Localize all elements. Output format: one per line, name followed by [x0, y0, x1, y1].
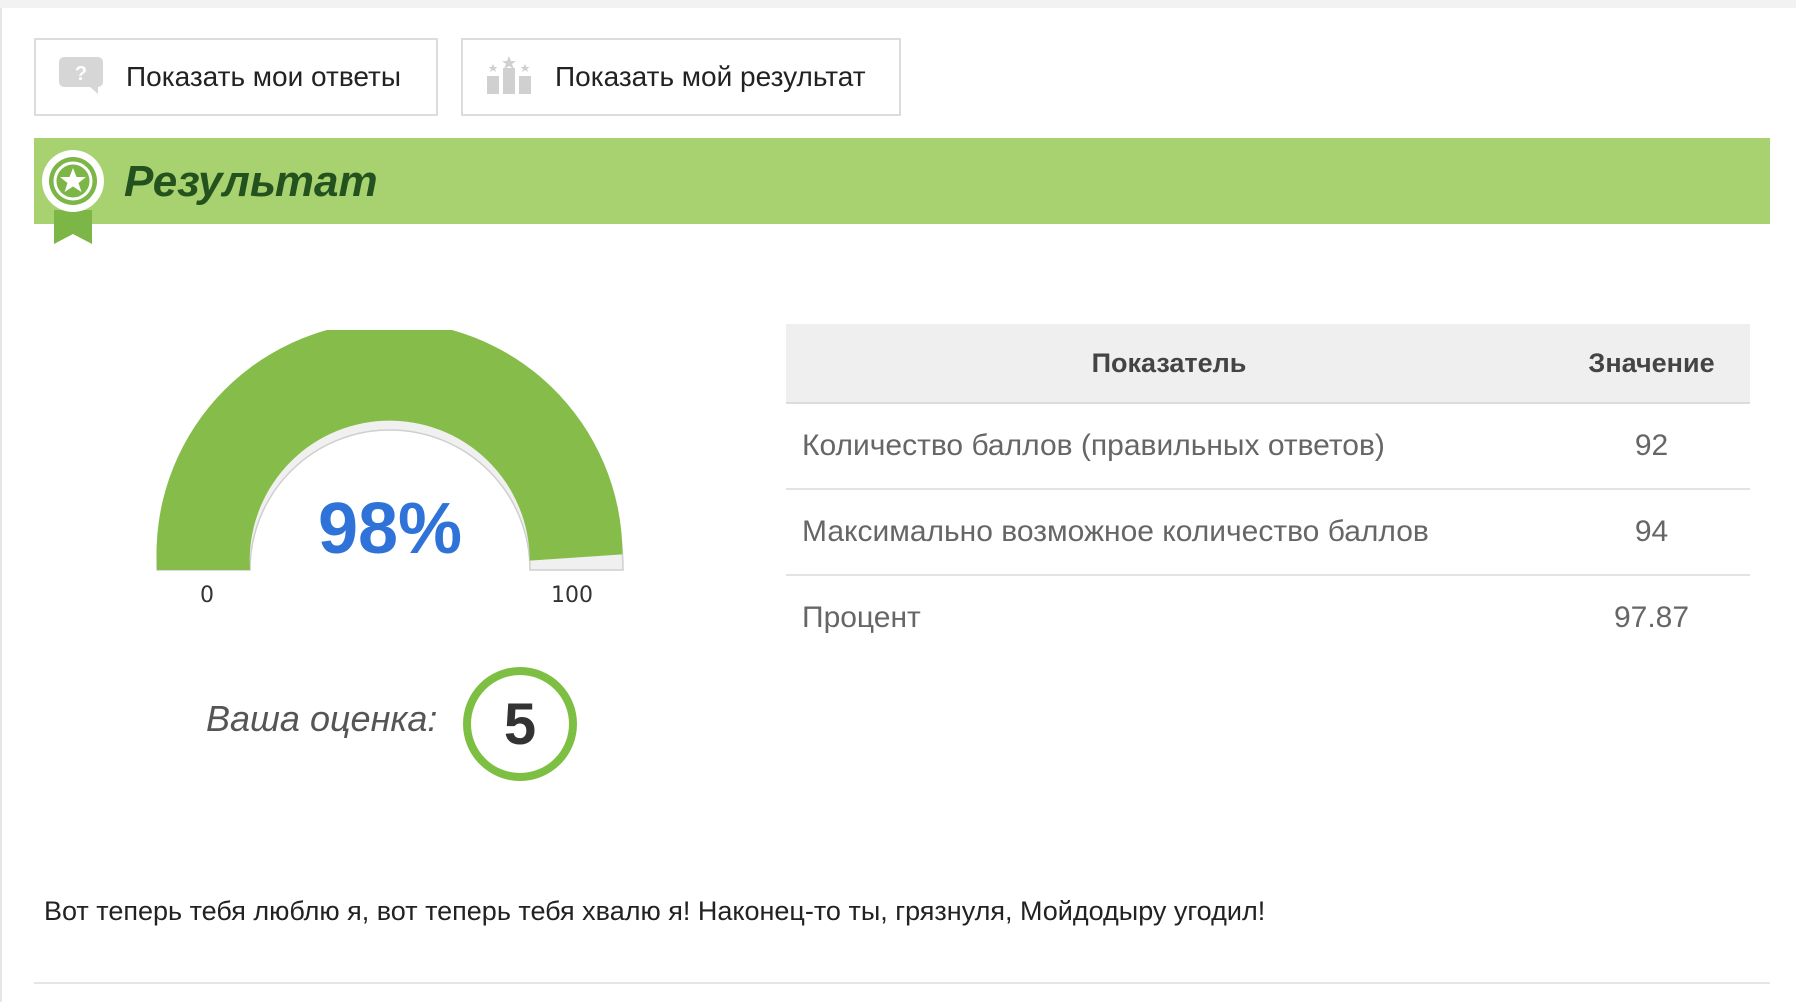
podium-icon [485, 54, 533, 101]
table-header-row: Показатель Значение [786, 324, 1750, 404]
column-header-value: Значение [1553, 324, 1750, 404]
table-row: Количество баллов (правильных ответов) 9… [786, 403, 1750, 490]
stats-table: Показатель Значение Количество баллов (п… [786, 324, 1750, 660]
gauge-min-label: 0 [200, 583, 214, 608]
metric-cell: Процент [802, 601, 921, 634]
table-row: Процент 97.87 [786, 575, 1750, 660]
show-result-button[interactable]: Показать мой результат [461, 38, 901, 116]
svg-text:?: ? [75, 63, 87, 85]
show-answers-button[interactable]: ? Показать мои ответы [34, 38, 438, 116]
metric-cell: Количество баллов (правильных ответов) [786, 403, 1553, 490]
table-row: Максимально возможное количество баллов … [786, 489, 1750, 576]
value-cell: 92 [1553, 403, 1750, 490]
grade-badge: 5 [463, 667, 577, 781]
show-result-label: Показать мой результат [555, 61, 866, 92]
bottom-divider [34, 982, 1770, 984]
gauge-percent-label: 98% [317, 489, 463, 569]
result-message: Вот теперь тебя люблю я, вот теперь тебя… [44, 896, 1266, 926]
top-strip [0, 0, 1796, 8]
column-header-metric: Показатель [786, 324, 1553, 404]
award-ribbon-icon [40, 148, 106, 249]
gauge-max-label: 100 [551, 583, 593, 608]
result-title: Результат [124, 157, 378, 206]
value-cell: 94 [1553, 489, 1750, 576]
show-answers-label: Показать мои ответы [126, 61, 401, 92]
metric-cell: Максимально возможное количество баллов [786, 489, 1553, 576]
grade-label: Ваша оценка: [206, 698, 438, 739]
value-cell: 97.87 [1613, 601, 1690, 634]
question-bubble-icon: ? [58, 55, 104, 100]
